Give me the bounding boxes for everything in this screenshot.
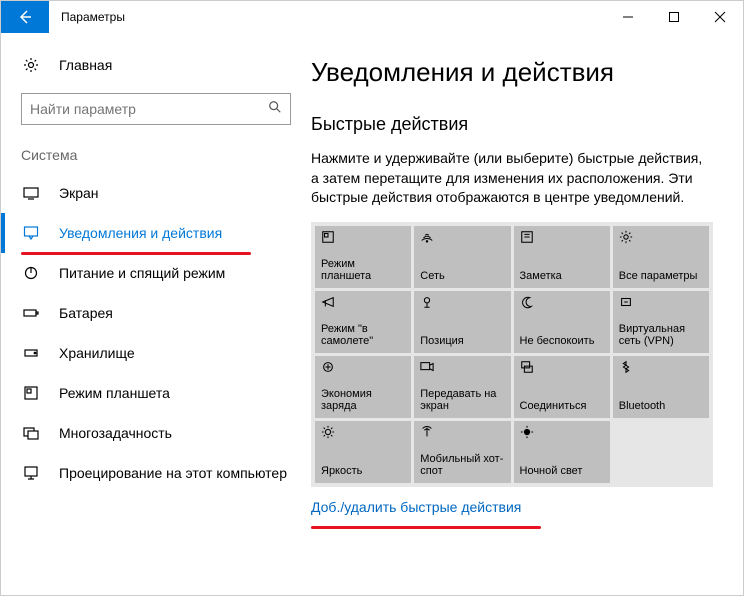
titlebar: Параметры [1, 1, 743, 33]
sidebar-home[interactable]: Главная [1, 51, 311, 79]
tile-label: Ночной свет [520, 465, 604, 477]
gear-icon [21, 57, 41, 73]
tile-icon [619, 295, 703, 311]
search-input-wrapper[interactable] [21, 93, 291, 125]
back-button[interactable] [1, 1, 49, 33]
tile-label: Сеть [420, 270, 504, 282]
tile-icon [321, 230, 405, 246]
tile-icon [420, 425, 504, 441]
projecting-icon [21, 465, 41, 481]
sidebar-item-label: Уведомления и действия [59, 225, 222, 241]
tile-icon [619, 230, 703, 246]
quick-action-tile[interactable]: Режим "в самолете" [315, 291, 411, 353]
tile-label: Bluetooth [619, 400, 703, 412]
tile-icon [520, 425, 604, 441]
search-input[interactable] [30, 101, 268, 117]
quick-action-tile[interactable]: Мобильный хот-спот [414, 421, 510, 483]
tile-icon [420, 295, 504, 311]
sidebar: Главная Система Экран Уведомления и дейс… [1, 33, 311, 595]
quick-action-tile[interactable]: Ночной свет [514, 421, 610, 483]
quick-action-tile[interactable]: Все параметры [613, 226, 709, 288]
tile-icon [420, 230, 504, 246]
quick-action-tile[interactable]: Яркость [315, 421, 411, 483]
main-panel: Уведомления и действия Быстрые действия … [311, 33, 743, 595]
tile-label: Заметка [520, 270, 604, 282]
sidebar-item-label: Батарея [59, 305, 113, 321]
minimize-button[interactable] [605, 1, 651, 33]
sidebar-item-display[interactable]: Экран [1, 173, 311, 213]
tile-label: Виртуальная сеть (VPN) [619, 323, 703, 347]
quick-action-tile[interactable]: Режим планшета [315, 226, 411, 288]
annotation-underline [311, 526, 541, 529]
sidebar-item-projecting[interactable]: Проецирование на этот компьютер [1, 453, 311, 493]
window-title: Параметры [49, 1, 125, 33]
tile-icon [619, 360, 703, 376]
power-icon [21, 265, 41, 281]
quick-actions-panel: Режим планшета Сеть Заметка Все параметры Ре… [311, 222, 713, 487]
titlebar-spacer [125, 1, 605, 33]
sidebar-item-label: Режим планшета [59, 385, 170, 401]
tile-icon [321, 425, 405, 441]
tile-icon [321, 360, 405, 376]
quick-action-tile[interactable]: Не беспокоить [514, 291, 610, 353]
page-title: Уведомления и действия [311, 57, 713, 88]
quick-action-tile[interactable]: Сеть [414, 226, 510, 288]
sidebar-item-label: Проецирование на этот компьютер [59, 465, 287, 481]
tile-icon [520, 295, 604, 311]
content-area: Главная Система Экран Уведомления и дейс… [1, 33, 743, 595]
sidebar-item-tablet[interactable]: Режим планшета [1, 373, 311, 413]
tile-label: Мобильный хот-спот [420, 453, 504, 477]
tile-label: Не беспокоить [520, 335, 604, 347]
quick-action-tile[interactable]: Заметка [514, 226, 610, 288]
storage-icon [21, 345, 41, 361]
tile-icon [520, 230, 604, 246]
sidebar-item-notifications[interactable]: Уведомления и действия [1, 213, 311, 253]
quick-action-tile[interactable]: Передавать на экран [414, 356, 510, 418]
quick-action-tile[interactable]: Позиция [414, 291, 510, 353]
sidebar-item-battery[interactable]: Батарея [1, 293, 311, 333]
sidebar-group-header: Система [1, 147, 311, 173]
notifications-icon [21, 225, 41, 241]
sidebar-item-label: Питание и спящий режим [59, 265, 225, 281]
tile-label: Яркость [321, 465, 405, 477]
maximize-button[interactable] [651, 1, 697, 33]
battery-icon [21, 305, 41, 321]
tile-icon [321, 295, 405, 311]
tile-label: Позиция [420, 335, 504, 347]
tile-icon [420, 360, 504, 376]
tile-label: Все параметры [619, 270, 703, 282]
search-icon [268, 100, 282, 119]
sidebar-item-label: Хранилище [59, 345, 135, 361]
sidebar-item-label: Экран [59, 185, 99, 201]
tile-icon [520, 360, 604, 376]
sidebar-item-power[interactable]: Питание и спящий режим [1, 253, 311, 293]
multitask-icon [21, 425, 41, 441]
quick-action-tile[interactable]: Виртуальная сеть (VPN) [613, 291, 709, 353]
quick-action-tile[interactable]: Соединиться [514, 356, 610, 418]
section-title: Быстрые действия [311, 114, 713, 135]
tile-label: Режим "в самолете" [321, 323, 405, 347]
sidebar-item-label: Многозадачность [59, 425, 172, 441]
close-button[interactable] [697, 1, 743, 33]
quick-action-tile[interactable]: Bluetooth [613, 356, 709, 418]
quick-actions-grid: Режим планшета Сеть Заметка Все параметры Ре… [315, 226, 709, 483]
sidebar-item-storage[interactable]: Хранилище [1, 333, 311, 373]
tile-label: Соединиться [520, 400, 604, 412]
tablet-icon [21, 385, 41, 401]
sidebar-home-label: Главная [59, 57, 112, 73]
quick-action-tile[interactable]: Экономия заряда [315, 356, 411, 418]
tile-label: Передавать на экран [420, 388, 504, 412]
tile-label: Режим планшета [321, 258, 405, 282]
display-icon [21, 185, 41, 201]
section-description: Нажмите и удерживайте (или выберите) быс… [311, 149, 713, 208]
add-remove-quick-actions-link[interactable]: Доб./удалить быстрые действия [311, 499, 521, 515]
sidebar-item-multitask[interactable]: Многозадачность [1, 413, 311, 453]
tile-label: Экономия заряда [321, 388, 405, 412]
